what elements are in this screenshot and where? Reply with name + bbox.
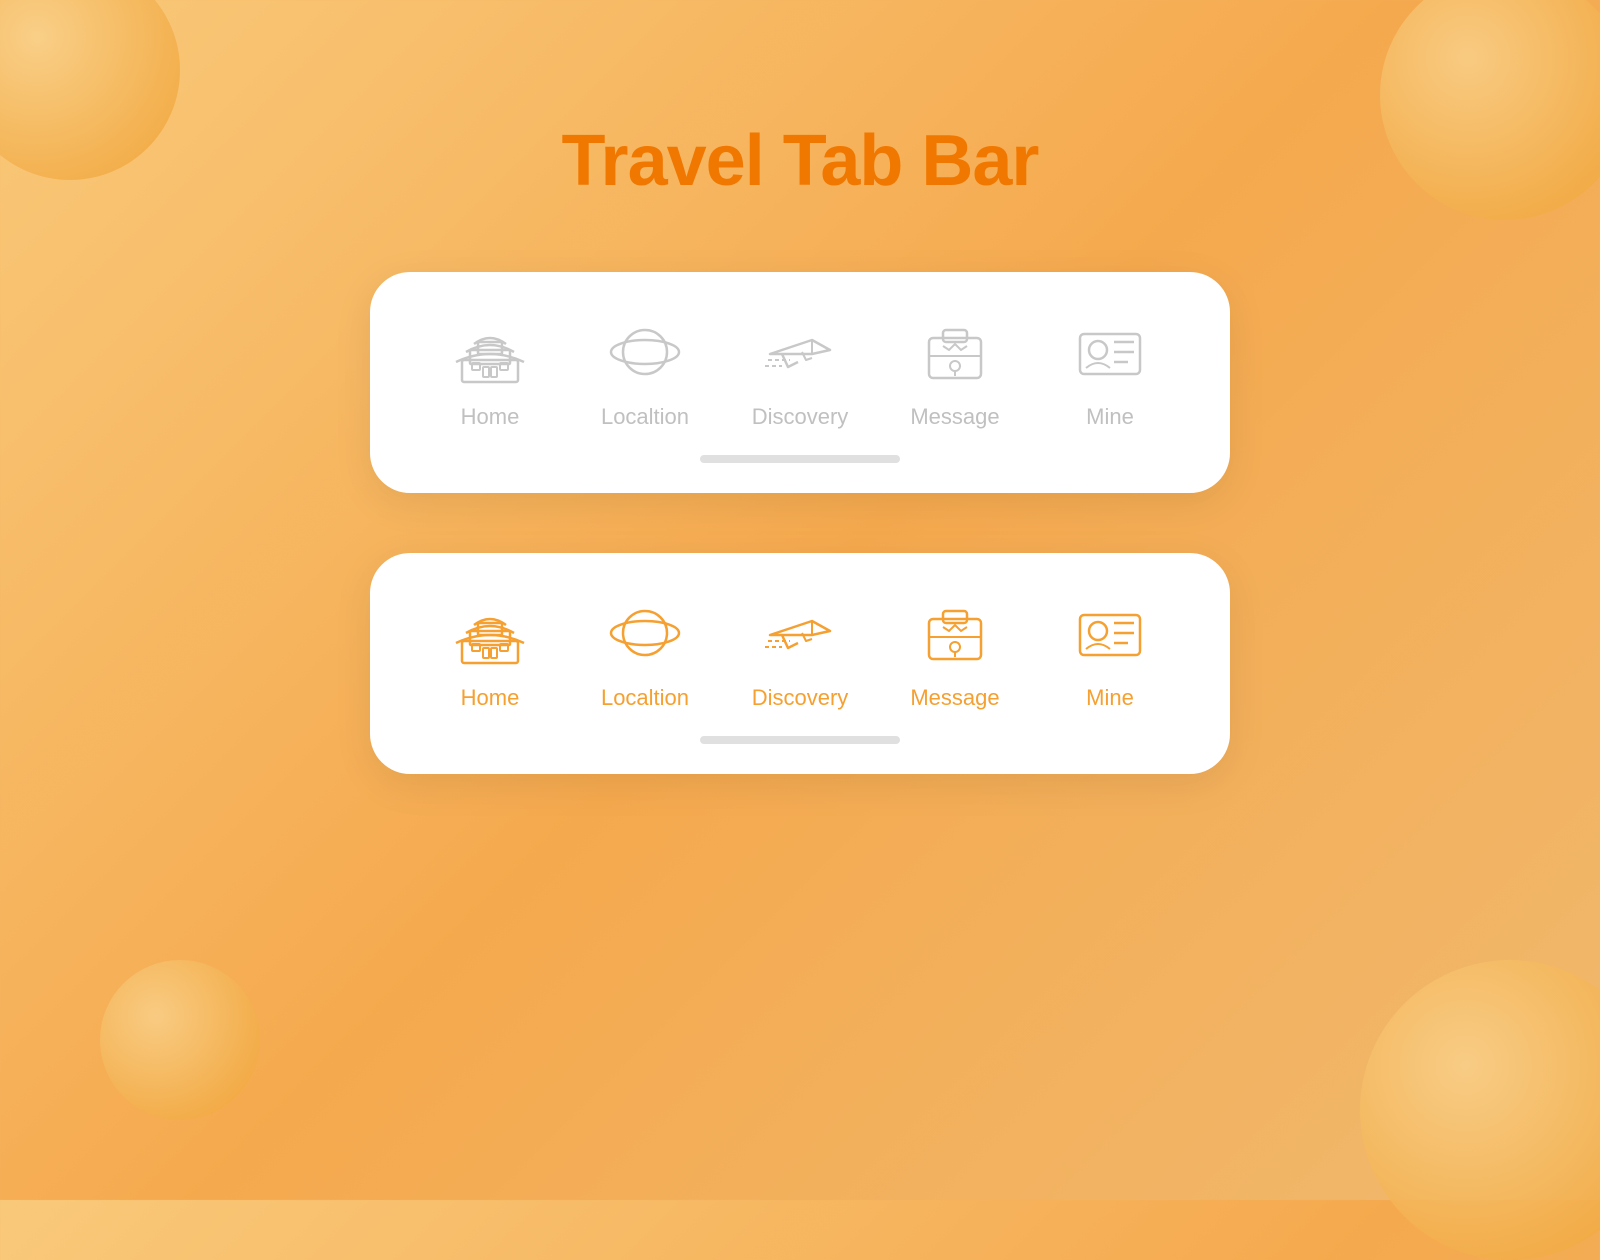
location-icon-active <box>605 593 685 673</box>
tab-location-inactive[interactable]: Localtion <box>585 312 705 430</box>
tab-home-inactive-label: Home <box>461 404 520 430</box>
discovery-icon <box>760 312 840 392</box>
active-tab-indicator <box>700 736 900 744</box>
inactive-tab-bar-card: Home Localtion <box>370 272 1230 493</box>
tab-mine-inactive-label: Mine <box>1086 404 1134 430</box>
mine-icon <box>1070 312 1150 392</box>
tab-discovery-active-label: Discovery <box>752 685 849 711</box>
tab-mine-active-label: Mine <box>1086 685 1134 711</box>
tab-location-active[interactable]: Localtion <box>585 593 705 711</box>
page-title: Travel Tab Bar <box>562 120 1039 202</box>
mine-icon-active <box>1070 593 1150 673</box>
home-icon-active <box>450 593 530 673</box>
tab-message-inactive[interactable]: Message <box>895 312 1015 430</box>
tab-home-active-label: Home <box>461 685 520 711</box>
tab-discovery-inactive[interactable]: Discovery <box>740 312 860 430</box>
active-tab-items: Home Localtion <box>430 593 1170 711</box>
tab-location-active-label: Localtion <box>601 685 689 711</box>
tab-location-inactive-label: Localtion <box>601 404 689 430</box>
active-tab-bar-card: Home Localtion <box>370 553 1230 774</box>
tab-message-inactive-label: Message <box>910 404 999 430</box>
inactive-tab-indicator <box>700 455 900 463</box>
location-icon <box>605 312 685 392</box>
tab-message-active[interactable]: Message <box>895 593 1015 711</box>
tab-mine-inactive[interactable]: Mine <box>1050 312 1170 430</box>
tab-mine-active[interactable]: Mine <box>1050 593 1170 711</box>
home-icon <box>450 312 530 392</box>
discovery-icon-active <box>760 593 840 673</box>
decorative-circle-bottom-left <box>100 960 260 1120</box>
tab-home-inactive[interactable]: Home <box>430 312 550 430</box>
message-icon <box>915 312 995 392</box>
inactive-tab-items: Home Localtion <box>430 312 1170 430</box>
tab-home-active[interactable]: Home <box>430 593 550 711</box>
message-icon-active <box>915 593 995 673</box>
decorative-circle-bottom-right <box>1360 960 1600 1260</box>
tab-discovery-active[interactable]: Discovery <box>740 593 860 711</box>
tab-discovery-inactive-label: Discovery <box>752 404 849 430</box>
tab-message-active-label: Message <box>910 685 999 711</box>
